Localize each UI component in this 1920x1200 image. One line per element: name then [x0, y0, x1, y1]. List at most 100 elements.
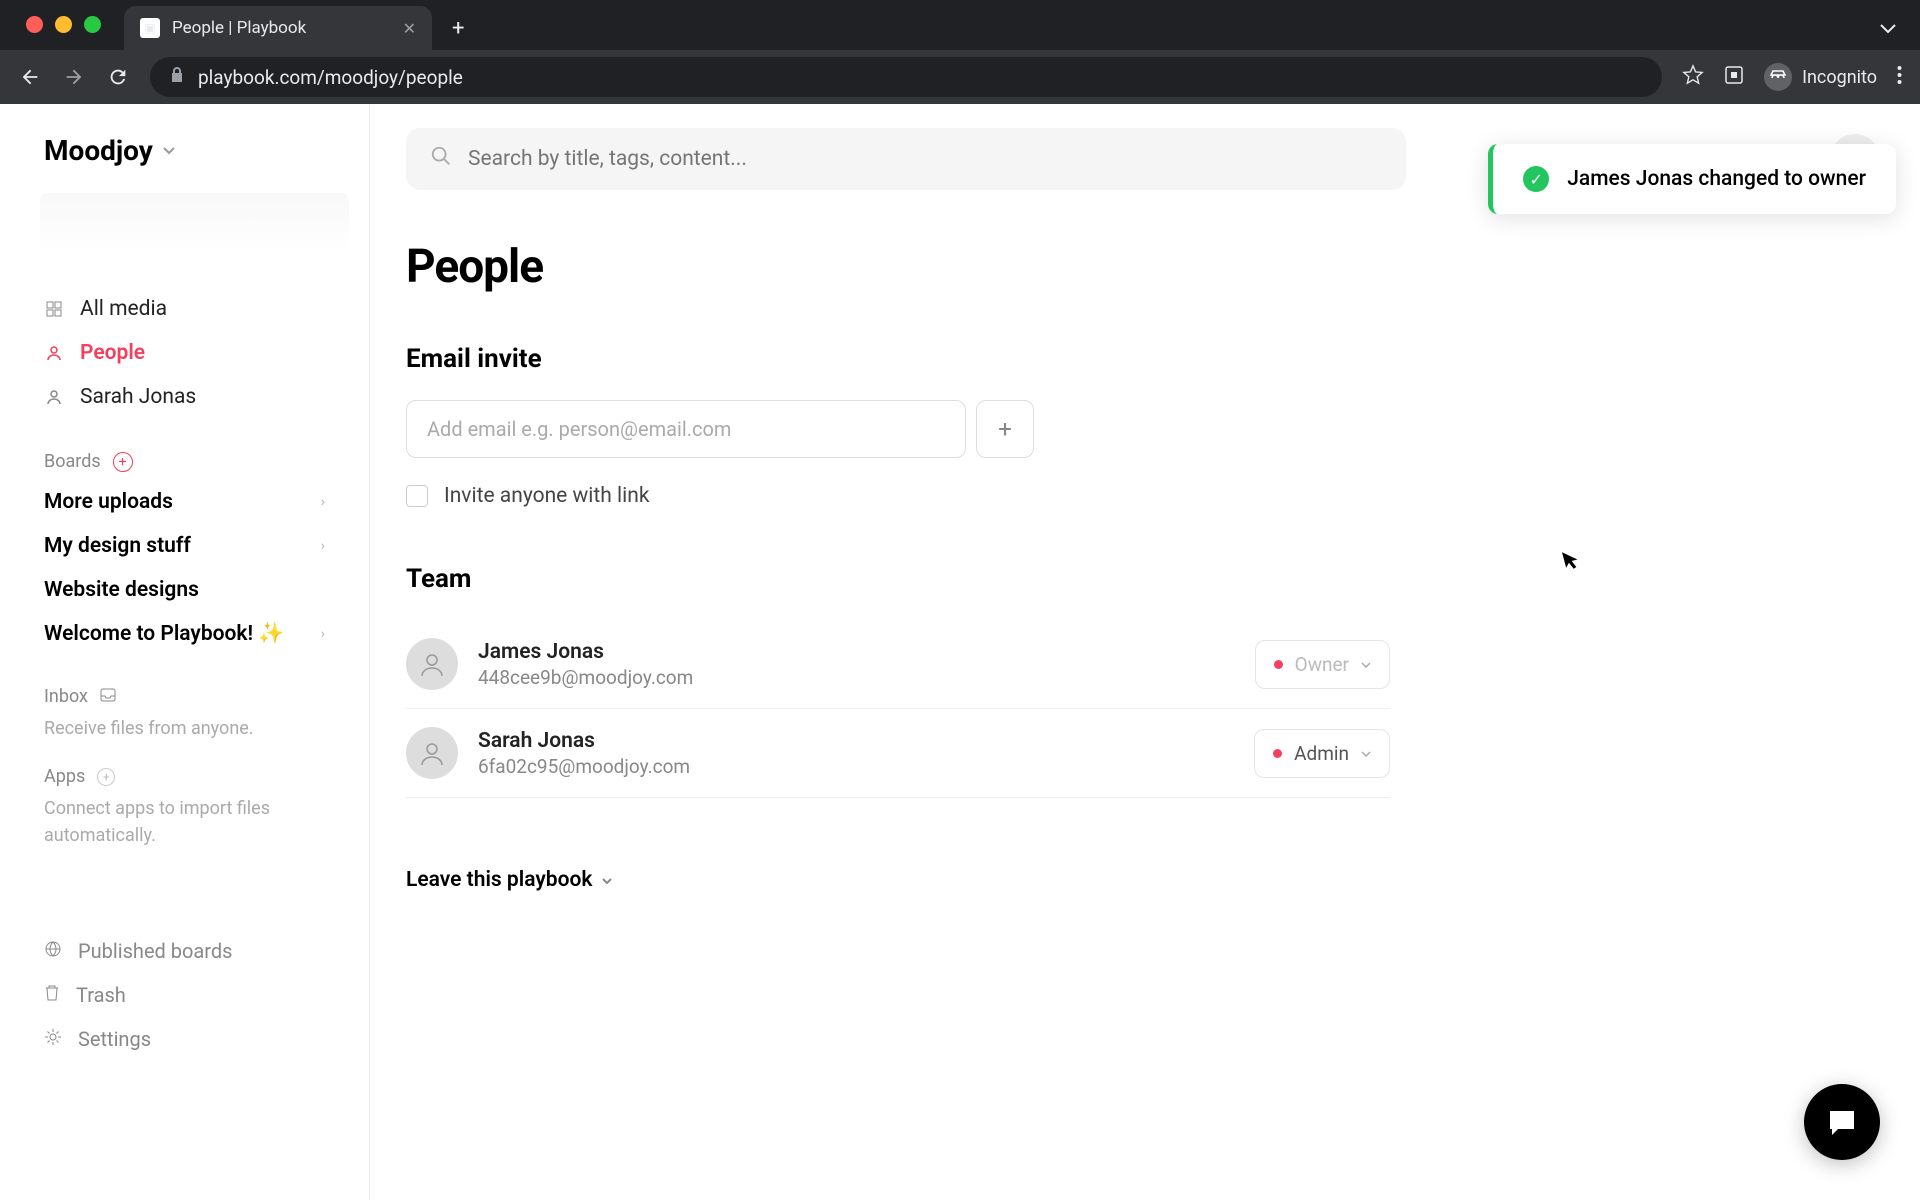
grid-icon: [44, 301, 64, 317]
window-maximize-button[interactable]: [84, 16, 101, 33]
tabs-dropdown-icon[interactable]: [1880, 19, 1896, 38]
member-email: 448cee9b@moodjoy.com: [478, 666, 1235, 689]
chevron-down-icon: [1361, 746, 1371, 760]
invite-link-label: Invite anyone with link: [444, 484, 650, 508]
status-dot-icon: [1273, 749, 1282, 758]
back-button[interactable]: [18, 66, 42, 88]
board-label: More uploads: [44, 490, 173, 514]
main-content: ✓ James Jonas changed to owner People Em…: [370, 104, 1920, 1200]
browser-tab[interactable]: ▣ People | Playbook ✕: [124, 6, 432, 50]
sidebar-item-label: Sarah Jonas: [80, 385, 196, 409]
checkbox[interactable]: [406, 485, 428, 507]
new-tab-button[interactable]: +: [452, 16, 464, 41]
add-board-button[interactable]: +: [113, 452, 133, 472]
apps-section-header[interactable]: Apps +: [0, 742, 369, 791]
apps-label: Apps: [44, 766, 85, 787]
email-invite-input[interactable]: [406, 400, 966, 458]
avatar: [406, 727, 458, 779]
extension-icon[interactable]: [1724, 65, 1744, 89]
forward-button[interactable]: [62, 66, 86, 88]
sidebar-item-all-media[interactable]: All media: [0, 287, 369, 331]
sidebar-item-label: Published boards: [78, 939, 233, 963]
trash-icon: [44, 983, 60, 1007]
tab-title: People | Playbook: [172, 18, 306, 38]
search-input[interactable]: [468, 147, 1382, 171]
workspace-name: Moodjoy: [44, 134, 153, 167]
incognito-icon: [1764, 63, 1792, 91]
board-label: My design stuff: [44, 534, 191, 558]
window-close-button[interactable]: [26, 16, 43, 33]
browser-chrome: ▣ People | Playbook ✕ + playbook.com/moo…: [0, 0, 1920, 104]
avatar: [406, 638, 458, 690]
sidebar-item-people[interactable]: People: [0, 331, 369, 375]
sidebar: Moodjoy All media People: [0, 104, 370, 1200]
chevron-right-icon: ›: [321, 494, 325, 510]
board-label: Website designs: [44, 578, 199, 602]
board-item-welcome[interactable]: Welcome to Playbook! ✨ ›: [0, 612, 369, 656]
inbox-section-header[interactable]: Inbox: [0, 656, 369, 711]
inbox-subtitle: Receive files from anyone.: [0, 711, 369, 742]
storage-indicator: [40, 193, 349, 253]
member-name: Sarah Jonas: [478, 729, 1234, 753]
sidebar-item-sarah[interactable]: Sarah Jonas: [0, 375, 369, 419]
globe-icon: [44, 939, 62, 963]
sidebar-item-label: Settings: [78, 1027, 151, 1051]
chevron-down-icon: [602, 873, 612, 888]
sidebar-item-published[interactable]: Published boards: [0, 929, 369, 973]
team-member-row: Sarah Jonas 6fa02c95@moodjoy.com Admin: [406, 709, 1390, 798]
chat-bubble-button[interactable]: [1804, 1084, 1880, 1160]
role-label: Admin: [1294, 742, 1349, 765]
page-title: People: [406, 240, 1390, 294]
sidebar-item-trash[interactable]: Trash: [0, 973, 369, 1017]
board-item-more-uploads[interactable]: More uploads ›: [0, 480, 369, 524]
email-invite-title: Email invite: [406, 344, 1390, 374]
incognito-badge[interactable]: Incognito: [1764, 63, 1877, 91]
boards-label: Boards: [44, 451, 101, 472]
member-name: James Jonas: [478, 640, 1235, 664]
board-item-website-designs[interactable]: Website designs: [0, 568, 369, 612]
incognito-label: Incognito: [1802, 67, 1877, 88]
sidebar-item-settings[interactable]: Settings: [0, 1017, 369, 1061]
add-email-button[interactable]: +: [976, 400, 1034, 458]
board-label: Welcome to Playbook! ✨: [44, 622, 285, 646]
person-icon: [44, 345, 64, 361]
boards-section-header: Boards +: [0, 433, 369, 480]
team-title: Team: [406, 564, 1390, 594]
sidebar-item-label: Trash: [76, 983, 126, 1007]
url-bar[interactable]: playbook.com/moodjoy/people: [150, 57, 1662, 97]
status-dot-icon: [1274, 660, 1283, 669]
favicon-icon: ▣: [140, 18, 160, 38]
window-minimize-button[interactable]: [55, 16, 72, 33]
cursor-icon: [1561, 547, 1583, 577]
invite-link-checkbox-row[interactable]: Invite anyone with link: [406, 484, 1390, 508]
url-text: playbook.com/moodjoy/people: [198, 66, 463, 89]
toast-notification: ✓ James Jonas changed to owner: [1488, 144, 1896, 214]
leave-label: Leave this playbook: [406, 868, 592, 892]
member-email: 6fa02c95@moodjoy.com: [478, 755, 1234, 778]
toast-message: James Jonas changed to owner: [1567, 167, 1866, 191]
add-app-button[interactable]: +: [97, 768, 115, 786]
role-selector[interactable]: Owner: [1255, 640, 1390, 689]
leave-playbook-button[interactable]: Leave this playbook: [406, 868, 1390, 892]
close-tab-icon[interactable]: ✕: [403, 19, 416, 38]
role-selector[interactable]: Admin: [1254, 729, 1390, 778]
board-item-design-stuff[interactable]: My design stuff ›: [0, 524, 369, 568]
menu-icon[interactable]: [1897, 65, 1902, 89]
sidebar-item-label: People: [80, 341, 145, 365]
chevron-right-icon: ›: [321, 538, 325, 554]
inbox-label: Inbox: [44, 686, 88, 707]
person-icon: [44, 389, 64, 405]
reload-button[interactable]: [106, 66, 130, 88]
gear-icon: [44, 1027, 62, 1051]
team-member-row: James Jonas 448cee9b@moodjoy.com Owner: [406, 620, 1390, 709]
apps-subtitle: Connect apps to import files automatical…: [0, 791, 369, 849]
check-icon: ✓: [1523, 166, 1549, 192]
bookmark-icon[interactable]: [1682, 64, 1704, 90]
lock-icon: [170, 67, 184, 87]
chevron-down-icon: [163, 143, 175, 159]
workspace-switcher[interactable]: Moodjoy: [0, 134, 369, 193]
search-box[interactable]: [406, 128, 1406, 190]
chevron-right-icon: ›: [321, 626, 325, 642]
sidebar-item-label: All media: [80, 297, 167, 321]
inbox-icon: [100, 686, 116, 707]
